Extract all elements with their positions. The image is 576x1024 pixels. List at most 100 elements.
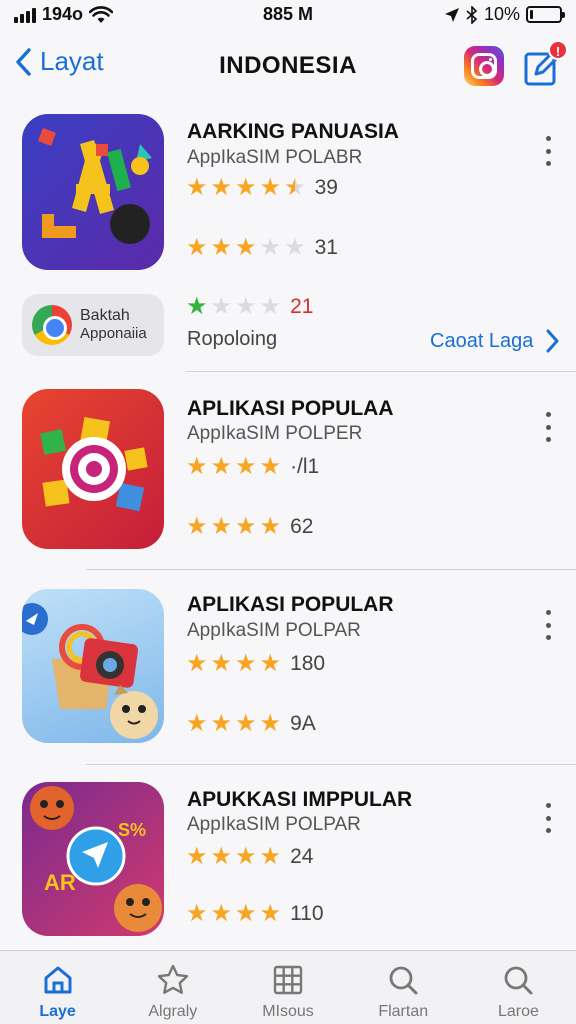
- star-empty-icon: ★: [235, 293, 257, 320]
- rating-count: ·/l1: [290, 455, 320, 478]
- star-icon: ★: [210, 513, 233, 540]
- star-icon: ★: [186, 900, 208, 927]
- star-icon: ★: [259, 513, 282, 540]
- target-artwork-icon: [39, 416, 148, 512]
- star-half-icon: ★: [284, 174, 306, 201]
- tab-featured[interactable]: Algraly: [115, 951, 230, 1024]
- rating-row: ★ ★ ★ ★ 9A: [186, 712, 316, 736]
- banner-line1: Baktah: [80, 307, 130, 324]
- banner-line2: Apponaiia: [80, 325, 147, 342]
- star-icon: ★: [235, 453, 257, 480]
- rating-row: ★ ★ ★ ★ 21: [186, 295, 313, 319]
- instagram-icon: [471, 53, 497, 79]
- app-title[interactable]: APUKKASI IMPPULAR: [187, 788, 412, 812]
- tab-label: Laroe: [497, 1003, 539, 1020]
- more-options-button[interactable]: [538, 803, 558, 833]
- star-icon: ★: [210, 453, 233, 480]
- tab-label: Flartan: [378, 1003, 429, 1020]
- tab-search-alt[interactable]: Laroe: [461, 951, 576, 1024]
- chrome-icon: [32, 305, 72, 345]
- app-icon[interactable]: [22, 114, 164, 270]
- rating-count: 24: [290, 845, 314, 868]
- chevron-right-icon: [546, 329, 559, 353]
- letters-artwork-icon: [38, 128, 152, 244]
- star-icon: ★: [186, 843, 208, 870]
- search-icon: [389, 966, 418, 995]
- promo-banner[interactable]: Baktah Apponaiia: [22, 294, 164, 356]
- star-icon: ★: [259, 900, 282, 927]
- bluetooth-icon: [466, 5, 478, 24]
- status-right: 10%: [444, 4, 565, 25]
- divider: [86, 569, 576, 570]
- battery-percent: 10%: [483, 4, 520, 24]
- battery-icon: [526, 6, 565, 23]
- star-icon: ★: [186, 513, 208, 540]
- star-icon: ★: [235, 900, 257, 927]
- star-icon: ★: [235, 650, 257, 677]
- star-icon: ★: [259, 453, 282, 480]
- battery-level: [530, 10, 533, 19]
- see-more-label: Caoat Laga: [430, 329, 534, 352]
- app-subtitle: AppIkaSIM POLABR: [187, 147, 363, 168]
- star-icon: ★: [186, 453, 208, 480]
- rating-row: ★ ★ ★ ★ ·/l1: [186, 455, 319, 479]
- icon-text-ar: AR: [44, 870, 76, 895]
- rating-row: ★ ★ ★ ★ 62: [186, 515, 313, 539]
- see-more-link[interactable]: Caoat Laga: [430, 328, 559, 354]
- location-arrow-icon: [444, 7, 459, 22]
- camera-artwork-icon: [22, 603, 158, 739]
- star-icon: ★: [259, 174, 282, 201]
- star-icon: ★: [210, 174, 233, 201]
- star-icon: ★: [235, 513, 257, 540]
- home-icon: [44, 966, 72, 994]
- app-subtitle: AppIkaSIM POLPER: [187, 423, 363, 444]
- more-options-button[interactable]: [538, 136, 558, 166]
- app-title[interactable]: APLIKASI POPULAA: [187, 397, 394, 421]
- app-icon[interactable]: [22, 389, 164, 549]
- star-icon: ★: [186, 234, 208, 261]
- rating-count: 39: [314, 176, 338, 199]
- star-icon: ★: [210, 234, 233, 261]
- star-icon: ★: [235, 174, 257, 201]
- app-icon[interactable]: AR S%: [22, 782, 164, 936]
- messenger-artwork-icon: AR S%: [30, 786, 162, 932]
- divider: [186, 371, 576, 372]
- app-subtitle: AppIkaSIM POLPAR: [187, 620, 361, 641]
- star-empty-icon: ★: [259, 234, 282, 261]
- more-options-button[interactable]: [538, 412, 558, 442]
- app-title[interactable]: APLIKASI POPULAR: [187, 593, 394, 617]
- rating-count: 21: [290, 295, 314, 318]
- tab-label: Algraly: [148, 1003, 198, 1020]
- star-icon: ★: [186, 293, 208, 320]
- search-icon: [505, 966, 533, 995]
- tab-home[interactable]: Laye: [0, 951, 115, 1024]
- app-title[interactable]: AARKING PANUASIA: [187, 120, 399, 144]
- star-icon: ★: [235, 843, 257, 870]
- instagram-button[interactable]: [464, 46, 504, 86]
- tab-label: Laye: [39, 1003, 76, 1020]
- star-icon: ★: [235, 710, 257, 737]
- star-empty-icon: ★: [284, 234, 306, 261]
- compose-button[interactable]: !: [522, 40, 568, 88]
- rating-count: 62: [290, 515, 314, 538]
- rating-row: ★ ★ ★ ★ ★ 39: [186, 176, 338, 200]
- star-icon: ★: [235, 234, 257, 261]
- more-options-button[interactable]: [538, 610, 558, 640]
- rating-row: ★ ★ ★ ★ ★ 31: [186, 236, 338, 260]
- banner-text: Baktah Apponaiia: [80, 307, 147, 343]
- rating-count: 9A: [290, 712, 316, 735]
- tab-categories[interactable]: MIsous: [230, 951, 345, 1024]
- rating-row: ★ ★ ★ ★ 24: [186, 845, 313, 869]
- tab-label: MIsous: [262, 1003, 314, 1020]
- star-icon: [157, 964, 188, 994]
- rating-count: 180: [290, 652, 326, 675]
- star-icon: ★: [186, 710, 208, 737]
- icon-text-sx: S%: [118, 820, 146, 840]
- star-icon: ★: [259, 710, 282, 737]
- star-icon: ★: [210, 650, 233, 677]
- star-icon: ★: [210, 843, 233, 870]
- app-icon[interactable]: [22, 589, 164, 743]
- rating-row: ★ ★ ★ ★ 110: [186, 902, 324, 926]
- tab-search[interactable]: Flartan: [346, 951, 461, 1024]
- star-icon: ★: [186, 650, 208, 677]
